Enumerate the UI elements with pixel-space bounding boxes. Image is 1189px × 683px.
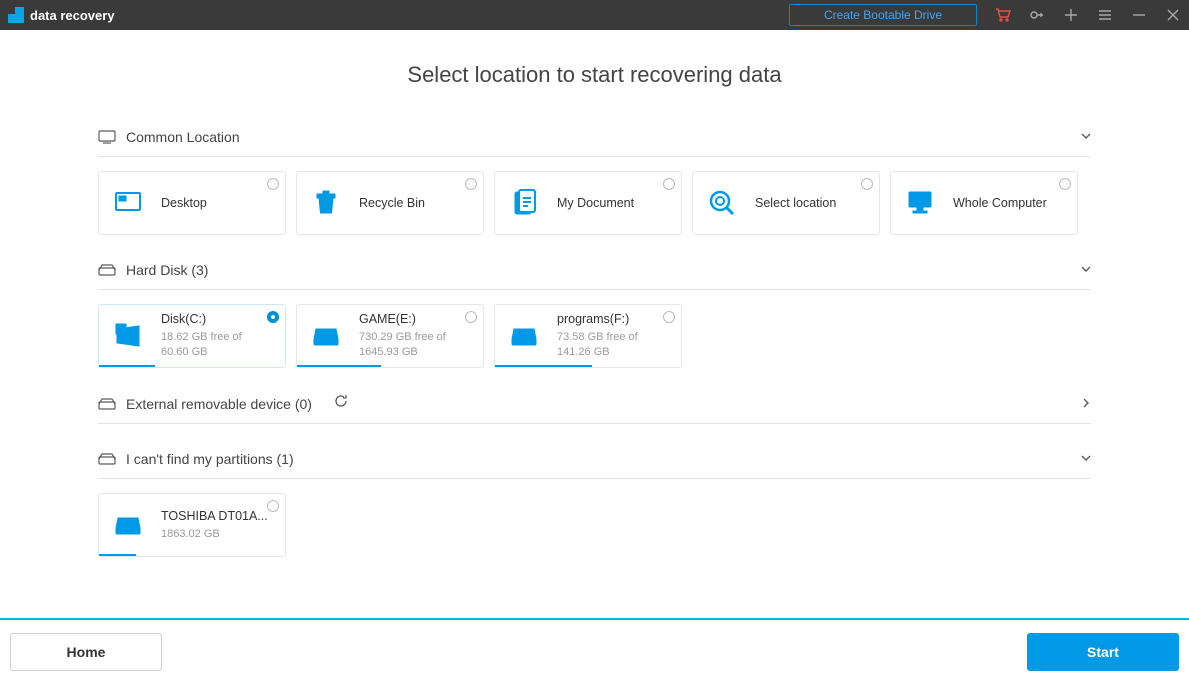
hard-disk-cards: Disk(C:) 18.62 GB free of 60.60 GB GAME(… <box>98 304 1091 368</box>
card-toshiba[interactable]: TOSHIBA DT01A... 1863.02 GB <box>98 493 286 557</box>
app-name: data recovery <box>30 8 115 23</box>
common-location-cards: Desktop Recycle Bin My Document Select l… <box>98 171 1091 235</box>
radio-icon[interactable] <box>663 178 675 190</box>
card-sublabel: 1863.02 GB <box>161 527 268 542</box>
radio-icon[interactable] <box>465 311 477 323</box>
card-sublabel: 730.29 GB free of 1645.93 GB <box>359 330 469 360</box>
card-sublabel: 73.58 GB free of 141.26 GB <box>557 330 667 360</box>
radio-icon[interactable] <box>267 178 279 190</box>
section-title: Common Location <box>126 129 240 145</box>
card-my-document[interactable]: My Document <box>494 171 682 235</box>
trash-icon <box>311 188 341 218</box>
chevron-down-icon <box>1081 450 1091 468</box>
titlebar: data recovery Create Bootable Drive <box>0 0 1189 30</box>
drive-icon <box>98 452 116 466</box>
radio-icon[interactable] <box>267 311 279 323</box>
drive-icon <box>311 321 341 351</box>
cant-find-cards: TOSHIBA DT01A... 1863.02 GB <box>98 493 1091 557</box>
plus-icon[interactable] <box>1063 7 1079 23</box>
minimize-icon[interactable] <box>1131 7 1147 23</box>
drive-icon <box>509 321 539 351</box>
section-title: Hard Disk (3) <box>126 262 208 278</box>
drive-icon <box>113 510 143 540</box>
chevron-down-icon <box>1081 261 1091 279</box>
search-icon <box>707 188 737 218</box>
section-title: I can't find my partitions (1) <box>126 451 294 467</box>
card-recycle-bin[interactable]: Recycle Bin <box>296 171 484 235</box>
card-label: GAME(E:) <box>359 312 469 326</box>
radio-icon[interactable] <box>1059 178 1071 190</box>
desktop-icon <box>113 188 143 218</box>
drive-icon <box>98 263 116 277</box>
radio-icon[interactable] <box>663 311 675 323</box>
drive-icon <box>98 397 116 411</box>
radio-icon[interactable] <box>267 500 279 512</box>
card-disk-c[interactable]: Disk(C:) 18.62 GB free of 60.60 GB <box>98 304 286 368</box>
card-desktop[interactable]: Desktop <box>98 171 286 235</box>
main-content: Select location to start recovering data… <box>0 30 1189 618</box>
footer-bar: Home Start <box>0 618 1189 683</box>
card-label: programs(F:) <box>557 312 667 326</box>
app-logo: data recovery <box>8 7 115 23</box>
section-hard-disk[interactable]: Hard Disk (3) <box>98 255 1091 290</box>
card-sublabel: 18.62 GB free of 60.60 GB <box>161 330 271 360</box>
cart-icon[interactable] <box>995 7 1011 23</box>
card-label: Whole Computer <box>953 196 1047 210</box>
windows-drive-icon <box>113 321 143 351</box>
section-common-location[interactable]: Common Location <box>98 122 1091 157</box>
section-external-device[interactable]: External removable device (0) <box>98 388 1091 424</box>
close-icon[interactable] <box>1165 7 1181 23</box>
chevron-down-icon <box>1081 128 1091 146</box>
refresh-icon[interactable] <box>334 394 348 413</box>
card-label: Disk(C:) <box>161 312 271 326</box>
chevron-right-icon <box>1081 395 1091 413</box>
home-button[interactable]: Home <box>10 633 162 671</box>
titlebar-icons <box>995 7 1181 23</box>
card-label: TOSHIBA DT01A... <box>161 509 268 523</box>
app-logo-icon <box>8 7 24 23</box>
document-icon <box>509 188 539 218</box>
radio-icon[interactable] <box>465 178 477 190</box>
start-button[interactable]: Start <box>1027 633 1179 671</box>
computer-icon <box>905 188 935 218</box>
section-title: External removable device (0) <box>126 396 312 412</box>
page-title: Select location to start recovering data <box>98 62 1091 88</box>
card-label: Desktop <box>161 196 207 210</box>
key-icon[interactable] <box>1029 7 1045 23</box>
card-disk-f[interactable]: programs(F:) 73.58 GB free of 141.26 GB <box>494 304 682 368</box>
card-label: Recycle Bin <box>359 196 425 210</box>
monitor-icon <box>98 130 116 144</box>
create-bootable-drive-button[interactable]: Create Bootable Drive <box>789 4 977 26</box>
radio-icon[interactable] <box>861 178 873 190</box>
card-label: My Document <box>557 196 634 210</box>
card-label: Select location <box>755 196 836 210</box>
card-select-location[interactable]: Select location <box>692 171 880 235</box>
card-disk-e[interactable]: GAME(E:) 730.29 GB free of 1645.93 GB <box>296 304 484 368</box>
card-whole-computer[interactable]: Whole Computer <box>890 171 1078 235</box>
section-cant-find-partitions[interactable]: I can't find my partitions (1) <box>98 444 1091 479</box>
menu-icon[interactable] <box>1097 7 1113 23</box>
